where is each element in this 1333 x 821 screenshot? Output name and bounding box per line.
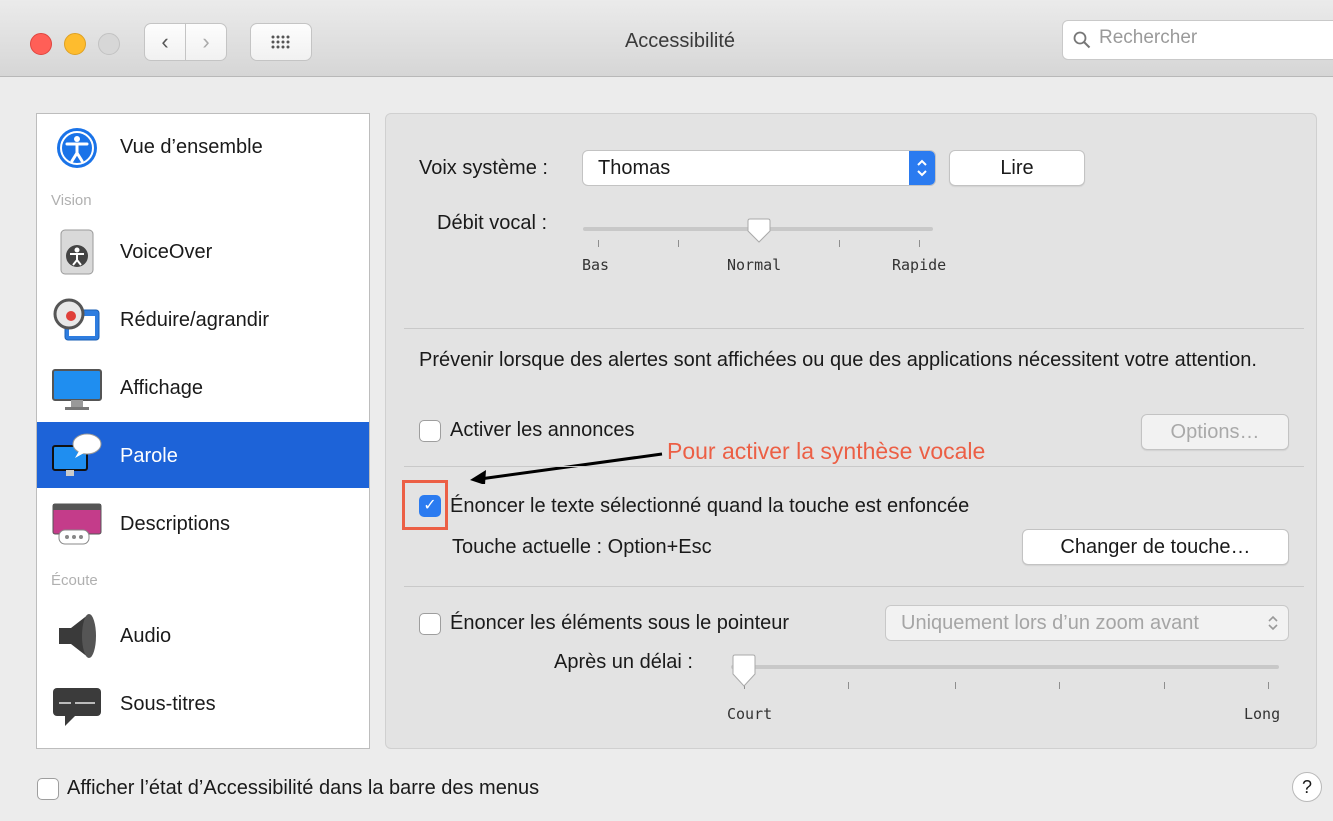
rate-tick-high: Rapide: [892, 256, 947, 274]
window-title: Accessibilité: [624, 30, 736, 52]
checkmark-icon: ✓: [423, 497, 437, 514]
speaker-icon: [59, 614, 96, 658]
announcements-label: Activer les annonces: [450, 419, 635, 441]
select-stepper-icon: [1268, 615, 1278, 631]
speak-selected-label: Énoncer le texte sélectionné quand la to…: [450, 495, 970, 517]
sidebar-item-reduire-agrandir[interactable]: Réduire/agrandir: [37, 286, 369, 352]
section-header-vision: Vision: [51, 192, 92, 209]
options-button[interactable]: Options…: [1141, 414, 1289, 450]
sidebar-item-label: VoiceOver: [120, 241, 213, 263]
sidebar: Vue d’ensemble Vision VoiceOver Réduire/…: [36, 113, 370, 749]
change-key-button[interactable]: Changer de touche…: [1022, 529, 1289, 565]
search-placeholder: Rechercher: [1099, 27, 1198, 48]
divider: [404, 586, 1304, 587]
menu-bar-status-label: Afficher l’état d’Accessibilité dans la …: [67, 777, 540, 799]
alerts-description: Prévenir lorsque des alertes sont affich…: [419, 349, 1257, 371]
grid-icon: [271, 35, 290, 49]
divider: [404, 328, 1304, 329]
close-window-button[interactable]: [30, 33, 52, 55]
annotation-text: Pour activer la synthèse vocale: [667, 438, 986, 464]
speech-rate-slider[interactable]: [583, 218, 933, 248]
slider-knob-icon[interactable]: [731, 654, 757, 688]
descriptions-icon: [52, 503, 102, 545]
sidebar-item-label: Affichage: [120, 377, 204, 399]
sidebar-item-label: Sous-titres: [120, 693, 216, 715]
announcements-checkbox[interactable]: [419, 420, 441, 442]
zoom-icon: [53, 298, 100, 341]
help-button[interactable]: ?: [1292, 772, 1322, 802]
delay-slider[interactable]: [731, 654, 1279, 690]
accessibility-icon: [57, 128, 97, 168]
minimize-window-button[interactable]: [64, 33, 86, 55]
menu-bar-status-checkbox[interactable]: [37, 778, 59, 800]
display-icon: [52, 369, 102, 410]
forward-button[interactable]: ›: [185, 23, 227, 61]
sidebar-item-label: Parole: [120, 445, 178, 467]
delay-label: Après un délai :: [554, 651, 693, 673]
sidebar-item-parole[interactable]: Parole: [37, 422, 369, 488]
sidebar-item-label: Réduire/agrandir: [120, 309, 269, 331]
zoom-window-button[interactable]: [98, 33, 120, 55]
sidebar-item-label: Audio: [120, 625, 172, 647]
subtitles-icon: [53, 688, 101, 726]
system-voice-select[interactable]: Thomas: [582, 150, 936, 186]
sidebar-item-affichage[interactable]: Affichage: [37, 354, 369, 420]
section-header-ecoute: Écoute: [51, 572, 98, 589]
voiceover-icon: [60, 229, 94, 275]
sidebar-item-descriptions[interactable]: Descriptions: [37, 490, 369, 556]
delay-tick-short: Court: [727, 705, 773, 723]
chevron-left-icon: ‹: [161, 29, 169, 54]
slider-knob-icon[interactable]: [746, 218, 772, 244]
current-key-label: Touche actuelle : Option+Esc: [452, 536, 712, 558]
speech-rate-label: Débit vocal :: [437, 212, 548, 234]
sidebar-item-audio[interactable]: Audio: [37, 602, 369, 668]
title-bar: ‹ › Accessibilité Rechercher: [0, 0, 1333, 77]
show-all-button[interactable]: [250, 23, 312, 61]
system-voice-label: Voix système :: [419, 157, 548, 179]
arrow-annotation-icon: [470, 452, 663, 484]
speech-icon: [52, 433, 102, 476]
speak-selected-checkbox[interactable]: ✓: [419, 495, 441, 517]
play-voice-button[interactable]: Lire: [949, 150, 1085, 186]
pointer-mode-value: Uniquement lors d’un zoom avant: [901, 612, 1199, 634]
sidebar-item-voiceover[interactable]: VoiceOver: [37, 218, 369, 284]
rate-tick-low: Bas: [582, 256, 610, 274]
rate-tick-normal: Normal: [727, 256, 782, 274]
divider: [404, 466, 1304, 467]
search-input[interactable]: Rechercher: [1062, 20, 1333, 60]
back-button[interactable]: ‹: [144, 23, 186, 61]
sidebar-item-vue-ensemble[interactable]: Vue d’ensemble: [37, 114, 369, 180]
speak-pointer-label: Énoncer les éléments sous le pointeur: [450, 612, 790, 634]
speak-pointer-checkbox[interactable]: [419, 613, 441, 635]
select-stepper-icon: [909, 151, 935, 185]
sidebar-item-label: Descriptions: [120, 513, 231, 535]
pointer-mode-select[interactable]: Uniquement lors d’un zoom avant: [885, 605, 1289, 641]
search-icon: [1073, 31, 1091, 49]
sidebar-item-label: Vue d’ensemble: [120, 136, 263, 158]
sidebar-item-sous-titres[interactable]: Sous-titres: [37, 670, 369, 736]
delay-tick-long: Long: [1244, 705, 1281, 723]
chevron-right-icon: ›: [202, 29, 210, 54]
system-voice-value: Thomas: [598, 157, 671, 179]
